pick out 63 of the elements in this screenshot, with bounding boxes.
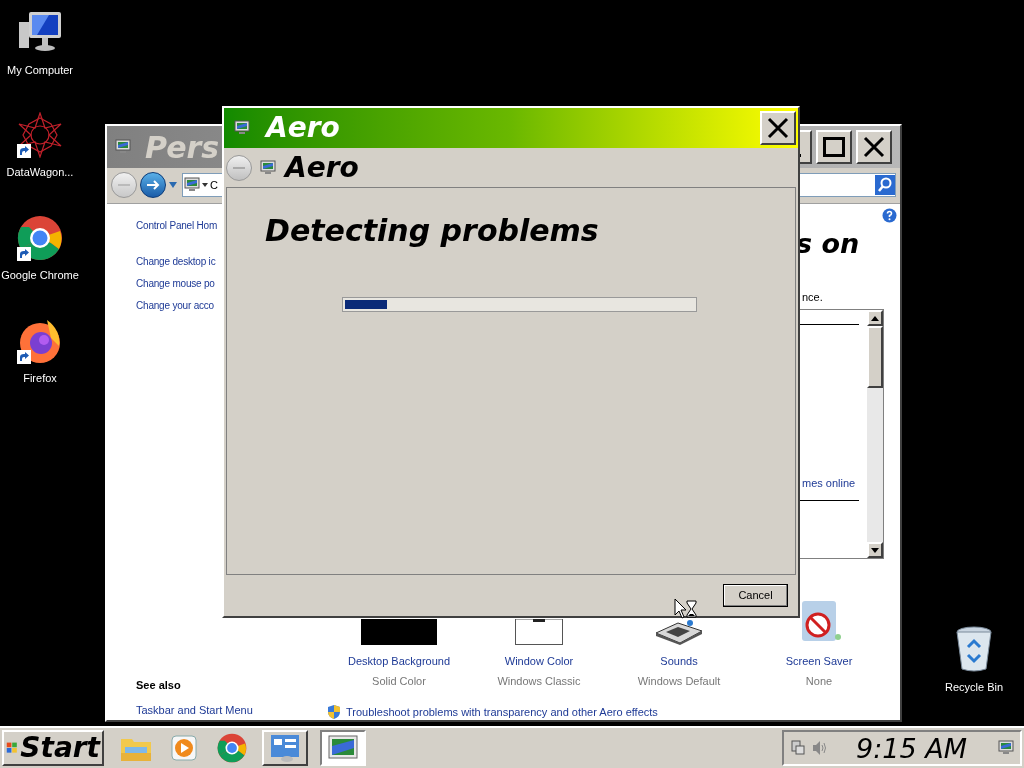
desktop-icon-label[interactable]: My Computer xyxy=(7,62,73,79)
starburst-icon xyxy=(17,112,63,158)
chrome-icon xyxy=(17,215,63,261)
search-field[interactable] xyxy=(798,173,896,198)
sidebar-link[interactable]: Control Panel Hom xyxy=(136,217,218,233)
close-button[interactable] xyxy=(856,130,892,164)
scrollbar[interactable] xyxy=(867,310,883,558)
setting-value: Windows Classic xyxy=(497,674,581,689)
start-button[interactable]: Start xyxy=(2,730,104,766)
close-icon xyxy=(862,135,886,159)
windows-logo-icon xyxy=(6,740,19,756)
display-icon xyxy=(115,139,131,155)
maximize-button[interactable] xyxy=(816,130,852,164)
speaker-keyboard-icon[interactable] xyxy=(654,618,704,645)
sidebar-link[interactable]: Change mouse po xyxy=(136,275,215,291)
display-icon xyxy=(184,177,200,194)
setting-link[interactable]: Screen Saver xyxy=(785,652,853,669)
display-icon xyxy=(234,120,250,136)
desktop-icon-label[interactable]: Firefox xyxy=(23,370,57,387)
dialog-title: Aero xyxy=(266,110,340,146)
online-link[interactable]: mes online xyxy=(802,475,867,492)
setting-value: None xyxy=(805,674,833,689)
clock[interactable]: 9:15 AM xyxy=(856,734,967,762)
desktop-background-preview[interactable] xyxy=(361,618,437,645)
close-icon xyxy=(766,116,790,140)
status-heading: Detecting problems xyxy=(265,212,600,250)
wizard-title: Aero xyxy=(285,149,359,186)
scroll-down-icon[interactable] xyxy=(871,547,879,553)
window-title: Pers xyxy=(145,128,220,167)
forward-button[interactable] xyxy=(140,172,166,199)
search-icon[interactable] xyxy=(875,175,895,196)
caret-icon[interactable] xyxy=(202,183,208,188)
window-preview-icon[interactable] xyxy=(515,618,563,645)
description-text: nce. xyxy=(802,289,823,305)
show-desktop-icon xyxy=(998,740,1014,756)
help-icon[interactable] xyxy=(882,207,897,223)
setting-link[interactable]: Window Color xyxy=(504,652,574,669)
setting-link[interactable]: Desktop Background xyxy=(347,652,451,669)
sidebar-link[interactable]: Change desktop ic xyxy=(136,253,216,269)
see-also-link[interactable]: Taskbar and Start Menu xyxy=(136,701,329,718)
shield-icon xyxy=(327,703,341,720)
see-also-heading: See also xyxy=(136,678,182,693)
play-icon xyxy=(169,733,199,763)
desktop-icon-label[interactable]: Google Chrome xyxy=(1,267,79,284)
cancel-button[interactable]: Cancel xyxy=(723,584,788,607)
troubleshoot-link[interactable]: Troubleshoot problems with transparency and other Aero effects xyxy=(346,703,658,720)
address-text: C xyxy=(210,178,218,193)
sidebar-link[interactable]: Change your acco xyxy=(136,297,214,313)
control-panel-icon xyxy=(269,733,301,763)
close-button[interactable] xyxy=(760,111,796,145)
scroll-up-icon[interactable] xyxy=(871,315,879,321)
setting-value: Windows Default xyxy=(637,674,721,689)
desktop-icon-label[interactable]: DataWagon... xyxy=(6,164,74,181)
recycle-bin-icon xyxy=(954,625,994,673)
display-icon xyxy=(327,734,359,762)
setting-link[interactable]: Sounds xyxy=(660,652,698,669)
forward-arrow-icon xyxy=(146,179,160,192)
network-icon[interactable] xyxy=(790,740,806,756)
chrome-icon xyxy=(217,733,247,763)
display-icon xyxy=(260,159,276,176)
setting-value: Solid Color xyxy=(372,674,426,689)
desktop-icon-label[interactable]: Recycle Bin xyxy=(944,679,1004,696)
taskbar-button[interactable] xyxy=(320,730,366,766)
